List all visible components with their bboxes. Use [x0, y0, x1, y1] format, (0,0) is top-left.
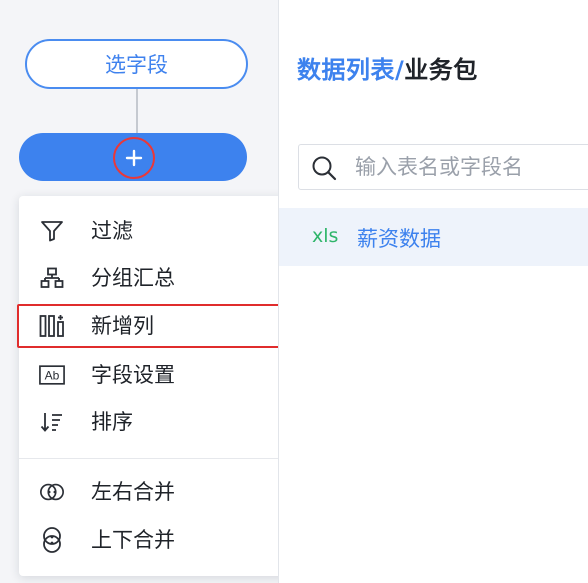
- menu-item-field-settings[interactable]: Ab 字段设置: [19, 353, 299, 397]
- title-sub[interactable]: 业务包: [404, 56, 478, 84]
- filter-icon: [39, 219, 65, 243]
- search-box: [298, 144, 588, 190]
- sort-icon: [39, 410, 65, 434]
- merge-horizontal-icon: [39, 480, 65, 504]
- xls-file-icon: xls: [312, 225, 339, 247]
- menu-item-label: 排序: [91, 410, 133, 434]
- node-connector: [136, 89, 138, 134]
- menu-item-label: 字段设置: [91, 363, 175, 387]
- data-list-panel: 数据列表/业务包 xls 薪资数据: [279, 0, 588, 583]
- group-summary-icon: [39, 266, 65, 290]
- menu-item-add-column[interactable]: 新增列: [19, 304, 299, 348]
- menu-item-label: 过滤: [91, 219, 133, 243]
- title-separator: /: [395, 56, 405, 84]
- menu-item-merge-vertical[interactable]: 上下合并: [19, 518, 299, 562]
- search-input[interactable]: [355, 145, 588, 189]
- menu-separator: [19, 458, 299, 459]
- select-fields-label: 选字段: [105, 53, 168, 77]
- menu-item-label: 新增列: [91, 314, 154, 338]
- menu-item-group-summary[interactable]: 分组汇总: [19, 256, 299, 300]
- field-settings-icon: Ab: [39, 363, 65, 387]
- panel-title: 数据列表/业务包: [297, 50, 478, 85]
- menu-item-label: 分组汇总: [91, 266, 175, 290]
- flow-canvas: 选字段 过滤 分组汇总 新增列 Ab 字段设置 排序 左右合并 上下合并: [0, 0, 299, 583]
- menu-item-merge-horizontal[interactable]: 左右合并: [19, 470, 299, 514]
- menu-item-sort[interactable]: 排序: [19, 400, 299, 444]
- add-column-icon: [39, 314, 65, 338]
- menu-item-label: 左右合并: [91, 480, 175, 504]
- title-main: 数据列表: [297, 56, 395, 84]
- svg-text:Ab: Ab: [45, 369, 60, 383]
- table-name: 薪资数据: [357, 227, 441, 251]
- merge-vertical-icon: [39, 527, 65, 553]
- select-fields-node[interactable]: 选字段: [25, 39, 248, 89]
- menu-item-filter[interactable]: 过滤: [19, 209, 299, 253]
- search-icon: [311, 155, 337, 181]
- add-step-menu: 过滤 分组汇总 新增列 Ab 字段设置 排序 左右合并 上下合并: [19, 196, 299, 576]
- table-list-item[interactable]: xls 薪资数据: [279, 208, 588, 266]
- plus-icon: [118, 142, 150, 174]
- add-step-button[interactable]: [113, 137, 155, 179]
- menu-item-label: 上下合并: [91, 528, 175, 552]
